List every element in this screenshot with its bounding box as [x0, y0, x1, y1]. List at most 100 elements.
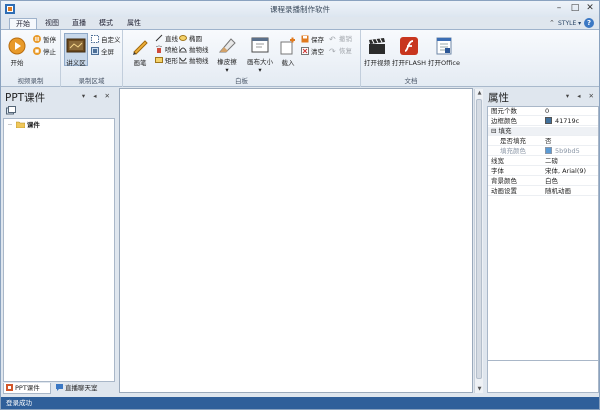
property-panel-title: 属性	[488, 92, 509, 104]
tab-ppt-courseware-label: PPT课件	[15, 384, 40, 392]
start-label: 开始	[10, 59, 24, 67]
property-value: 否	[545, 137, 552, 145]
property-row[interactable]: 线宽 二磅	[488, 157, 598, 166]
property-key: 是否填充	[500, 137, 526, 145]
property-key: 动画设置	[491, 187, 517, 195]
film-clapper-icon	[369, 38, 385, 54]
whiteboard-canvas[interactable]	[119, 88, 473, 393]
ppt-panel: PPT课件 ▾ ◂ ✕ ┈ 课件 PPT课件 直播聊天室	[1, 88, 117, 395]
redo-label: 恢复	[339, 47, 352, 55]
property-category-row[interactable]: ⊟ 填充	[488, 127, 598, 136]
save-button[interactable]: 保存	[301, 35, 324, 45]
spray-label: 喷枪	[165, 46, 178, 54]
ellipse-tool-button[interactable]: 椭圆	[179, 34, 202, 44]
rect-tool-button[interactable]: 矩形	[155, 56, 178, 66]
custom-area-icon	[91, 35, 99, 43]
lecture-area-icon	[66, 38, 86, 53]
tab-ppt-courseware[interactable]: PPT课件	[3, 383, 51, 394]
ppt-panel-toolbar	[3, 105, 115, 117]
scroll-up-icon[interactable]: ▲	[475, 89, 484, 97]
close-button[interactable]: ✕	[580, 2, 600, 15]
ppt-panel-header: PPT课件 ▾ ◂ ✕	[3, 90, 115, 104]
tab-live-chat[interactable]: 直播聊天室	[54, 383, 114, 394]
undo-icon: ↶	[329, 35, 336, 44]
load-label: 载入	[281, 59, 295, 67]
canvas-size-button[interactable]: 画布大小 ▾	[245, 35, 275, 74]
property-row[interactable]: 背景颜色 白色	[488, 177, 598, 186]
fullscreen-label: 全屏	[101, 48, 114, 56]
scroll-down-icon[interactable]: ▼	[475, 385, 484, 393]
lecture-area-button[interactable]: 讲义区	[64, 33, 88, 67]
property-panel-header: 属性 ▾ ◂ ✕	[485, 90, 599, 104]
line-label: 直线	[165, 35, 178, 43]
save-label: 保存	[311, 36, 324, 44]
start-record-button[interactable]: 开始	[5, 36, 29, 67]
style-menu-button[interactable]: STYLE ▾	[558, 18, 581, 29]
eraser-dropdown-icon[interactable]: ▾	[225, 66, 228, 74]
pause-label: 暂停	[43, 36, 56, 44]
courseware-tree[interactable]: ┈ 课件	[3, 118, 115, 382]
canvas-vertical-scrollbar[interactable]: ▲ ▼	[474, 89, 483, 393]
open-video-label: 打开视频	[364, 59, 390, 67]
ppt-icon	[6, 384, 13, 391]
fullscreen-button[interactable]: 全屏	[91, 47, 114, 57]
scrollbar-thumb[interactable]	[476, 99, 482, 379]
ppt-panel-title: PPT课件	[5, 92, 46, 104]
open-flash-button[interactable]: 打开FLASH	[392, 36, 426, 67]
parabola-label: 抛物线	[189, 46, 209, 54]
help-icon[interactable]: ?	[584, 18, 594, 28]
tree-expander-icon[interactable]: ┈	[8, 121, 12, 129]
property-value: 0	[545, 107, 550, 115]
pen-label: 画笔	[133, 59, 147, 67]
open-courseware-icon[interactable]	[6, 106, 16, 115]
stop-button[interactable]: 停止	[33, 47, 56, 57]
group-label-whiteboard: 白板	[235, 77, 248, 85]
clear-icon	[301, 47, 309, 55]
parabola-tool-button-2[interactable]: 抛物线	[179, 56, 209, 66]
fill-color-swatch	[545, 147, 552, 154]
redo-button[interactable]: ↷ 恢复	[329, 47, 352, 56]
collapse-category-icon[interactable]: ⊟	[491, 127, 496, 135]
ribbon: 开始 暂停 停止 视频录制 讲义区 自定义 全屏 录制区域 画笔 直线 喷枪 矩…	[1, 29, 599, 87]
property-row[interactable]: 动画设置 随机动画	[488, 187, 598, 196]
folder-icon	[15, 121, 25, 128]
undo-button[interactable]: ↶ 撤销	[329, 35, 352, 44]
property-row[interactable]: 边框颜色 41719c	[488, 117, 598, 126]
spray-tool-button[interactable]: 喷枪	[155, 45, 178, 55]
open-video-button[interactable]: 打开视频	[363, 36, 391, 67]
stop-label: 停止	[43, 48, 56, 56]
property-row[interactable]: 字体 宋体, Arial(9)	[488, 167, 598, 176]
pause-icon	[33, 35, 41, 43]
property-key: 填充颜色	[500, 147, 526, 155]
group-whiteboard: 画笔 直线 喷枪 矩形 椭圆 抛物线 抛物线 橡皮擦 ▾ 画布大小 ▾ 载入 保…	[123, 30, 361, 87]
property-row[interactable]: 图元个数 0	[488, 107, 598, 116]
pause-button[interactable]: 暂停	[33, 35, 56, 45]
open-office-button[interactable]: 打开Office	[427, 36, 461, 67]
property-value: 5b9bd5	[545, 147, 580, 156]
canvas-size-label: 画布大小	[247, 58, 273, 66]
property-grid[interactable]: 图元个数 0 边框颜色 41719c ⊟ 填充 是否填充 否 填充颜色 5b9b…	[487, 106, 599, 361]
line-icon	[155, 34, 163, 42]
property-row[interactable]: 是否填充 否	[488, 137, 598, 146]
clear-button[interactable]: 清空	[301, 47, 324, 57]
ppt-panel-controls[interactable]: ▾ ◂ ✕	[82, 92, 113, 100]
property-row[interactable]: 填充颜色 5b9bd5	[488, 147, 598, 156]
property-key: 背景颜色	[491, 177, 517, 185]
redo-icon: ↷	[329, 47, 336, 56]
open-flash-label: 打开FLASH	[392, 59, 426, 67]
load-button[interactable]: 载入	[277, 36, 299, 67]
parabola-icon	[179, 46, 187, 53]
line-tool-button[interactable]: 直线	[155, 34, 178, 44]
canvas-size-dropdown-icon[interactable]: ▾	[258, 66, 261, 74]
pen-button[interactable]: 画笔	[127, 36, 153, 67]
tab-live-chat-label: 直播聊天室	[65, 384, 98, 392]
app-window: 课程录播制作软件 – □ ✕ 开始 视图 直播 模式 属性 ⌃ STYLE ▾ …	[0, 0, 600, 410]
fill-color-value: 5b9bd5	[555, 147, 580, 155]
parabola-tool-button[interactable]: 抛物线	[179, 45, 209, 55]
custom-area-button[interactable]: 自定义	[91, 35, 121, 45]
property-panel-controls[interactable]: ▾ ◂ ✕	[566, 92, 597, 100]
tree-node-courseware[interactable]: ┈ 课件	[8, 121, 40, 130]
collapse-ribbon-icon[interactable]: ⌃	[549, 18, 555, 29]
property-panel: 属性 ▾ ◂ ✕ 图元个数 0 边框颜色 41719c ⊟ 填充 是否填充 否 …	[485, 88, 599, 395]
eraser-button[interactable]: 橡皮擦 ▾	[213, 35, 241, 74]
